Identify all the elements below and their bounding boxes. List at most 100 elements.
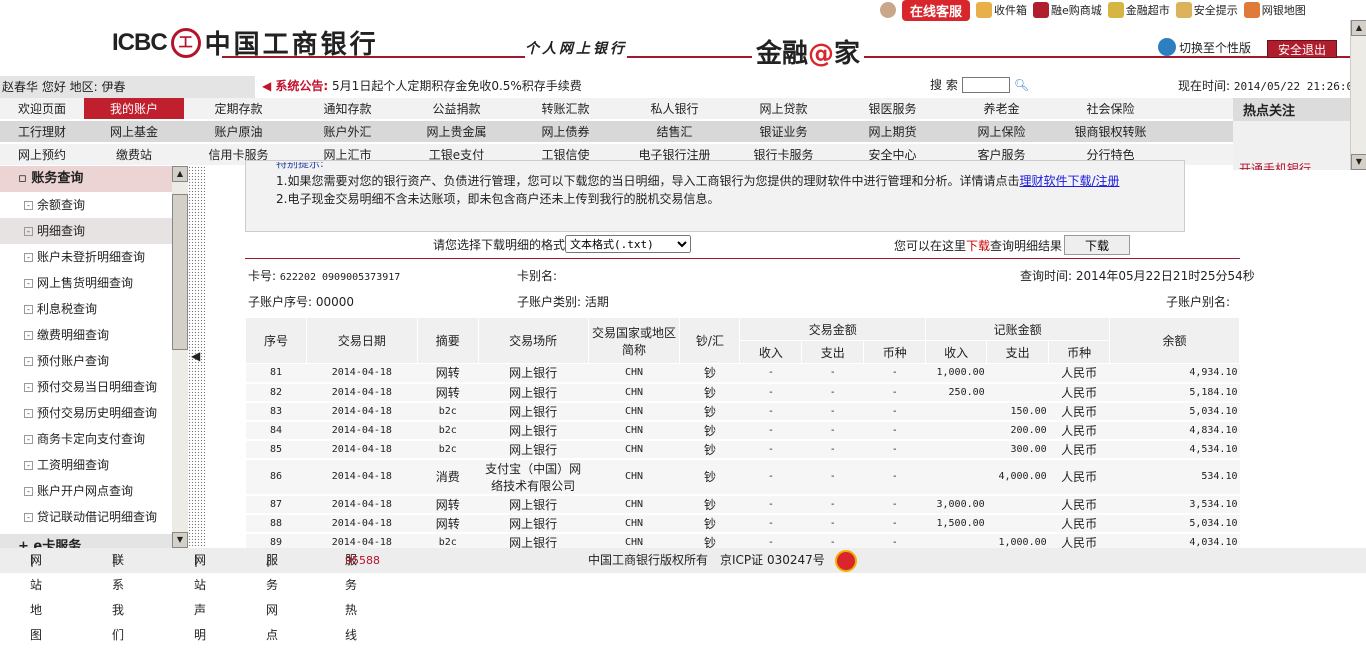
hot-topic-link[interactable]: 开通手机银行	[1239, 160, 1311, 170]
sidebar-item[interactable]: - 预付交易历史明细查询	[0, 400, 172, 426]
scroll-down-icon[interactable]: ▼	[1351, 154, 1366, 170]
nav-item[interactable]: 欢迎页面	[0, 98, 84, 119]
right-scrollbar[interactable]: ▲ ▼	[1350, 20, 1366, 170]
collapse-icon: -	[24, 252, 33, 262]
nav-item[interactable]: 结售汇	[620, 121, 729, 142]
nav-item[interactable]: 养老金	[947, 98, 1056, 119]
security-tips-link[interactable]: 安全提示	[1175, 2, 1238, 18]
logo-text: ICBC	[112, 28, 168, 56]
nav-item[interactable]: 银医服务	[838, 98, 947, 119]
tip-2: 2.电子现金交易明细不含未达账项，即未包含商户还未上传到我行的脱机交易信息。	[276, 192, 720, 206]
online-service-button[interactable]: 在线客服	[902, 0, 971, 21]
software-download-link[interactable]: 理财软件下载/注册	[1019, 174, 1119, 188]
nav-item[interactable]: 工行理财	[0, 121, 84, 142]
sidebar-section-account-query[interactable]: ▫ 账务查询	[0, 166, 172, 192]
nav-item[interactable]: 定期存款	[184, 98, 293, 119]
table-cell: 4,000.00	[986, 458, 1049, 496]
footer-link-contact[interactable]: 联系我们 |	[112, 548, 124, 642]
table-cell: -	[739, 532, 802, 548]
sidebar-item-label: 缴费明细查询	[37, 328, 110, 342]
inbox-link[interactable]: 收件箱	[976, 2, 1027, 18]
download-button[interactable]: 下载	[1064, 235, 1131, 255]
sidebar-scrollbar[interactable]: ▲ ▼	[172, 166, 188, 548]
table-cell: 人民币	[1048, 458, 1110, 496]
nav-item[interactable]: 我的账户	[84, 98, 184, 119]
sidebar-item[interactable]: - 预付交易当日明细查询	[0, 374, 172, 400]
table-cell: 5,034.10	[1109, 513, 1240, 534]
table-cell	[925, 458, 987, 496]
nav-item[interactable]: 转账汇款	[511, 98, 620, 119]
format-select[interactable]: 文本格式(.txt)	[565, 235, 692, 253]
table-cell: 支付宝（中国）网络技术有限公司	[478, 458, 589, 496]
sidebar-section-ecard[interactable]: + e卡服务	[0, 534, 172, 548]
sidebar-item[interactable]: - 商务卡定向支付查询	[0, 426, 172, 452]
nav-item[interactable]: 银商银权转账	[1056, 121, 1165, 142]
nav-item[interactable]: 通知存款	[293, 98, 402, 119]
table-cell: 82	[245, 382, 307, 403]
table-cell: -	[801, 439, 864, 460]
footer: 网站地图 | 联系我们 | 网站声明 | 服务网点 | 服务热线 95588 中…	[0, 548, 1366, 642]
collapse-arrow-icon[interactable]: ◀	[191, 349, 200, 363]
collapse-icon: -	[24, 460, 33, 470]
nav-item[interactable]: 网上保险	[947, 121, 1056, 142]
nav-item[interactable]: 网上债券	[511, 121, 620, 142]
nav-item[interactable]: 网上贷款	[729, 98, 838, 119]
scroll-down-icon[interactable]: ▼	[172, 532, 188, 548]
table-cell: -	[739, 494, 802, 515]
emall-link[interactable]: 融e购商城	[1033, 2, 1102, 18]
scroll-up-icon[interactable]: ▲	[172, 166, 188, 182]
search-icon[interactable]: 🔍︎	[1014, 78, 1029, 92]
search-input[interactable]	[961, 76, 1010, 93]
table-cell: 消费	[417, 458, 479, 496]
switch-personal-version-link[interactable]: 切换至个性版	[1158, 38, 1252, 56]
footer-link-outlets[interactable]: 服务网点 |	[266, 548, 278, 642]
scroll-thumb[interactable]	[172, 194, 188, 350]
sidebar-item[interactable]: - 账户开户网点查询	[0, 478, 172, 504]
police-badge-icon[interactable]	[835, 550, 857, 572]
nav-item[interactable]: 社会保险	[1056, 98, 1165, 119]
sidebar-items: - 余额查询 - 明细查询 - 账户未登折明细查询 - 网上售货明细查询 - 利息税查询 - 缴费明细…	[0, 192, 172, 530]
nav-item[interactable]: 网上期货	[838, 121, 947, 142]
sidebar-item[interactable]: - 利息税查询	[0, 296, 172, 322]
logout-button[interactable]: 安全退出	[1267, 40, 1337, 58]
nav-item[interactable]: 缴费站	[84, 144, 184, 165]
scroll-up-icon[interactable]: ▲	[1351, 20, 1366, 36]
sidebar-item[interactable]: - 余额查询	[0, 192, 172, 218]
link-text: 网站地图	[30, 553, 43, 642]
table-cell: 钞	[679, 513, 740, 534]
nav-item[interactable]: 公益捐款	[402, 98, 511, 119]
table-cell: 网上银行	[478, 382, 589, 403]
table-cell: 网转	[417, 513, 479, 534]
table-cell: 人民币	[1048, 439, 1110, 460]
footer-link-sitemap[interactable]: 网站地图 |	[30, 548, 42, 642]
table-cell: -	[863, 494, 926, 515]
finance-market-link[interactable]: 金融超市	[1107, 2, 1170, 18]
sidebar-item[interactable]: - 贷记联动借记明细查询	[0, 504, 172, 530]
collapse-icon: -	[24, 278, 33, 288]
sidebar-item[interactable]: - 预付账户查询	[0, 348, 172, 374]
sidebar-splitter[interactable]: ◀	[188, 166, 205, 548]
cart-icon	[1033, 2, 1050, 18]
header-acct-in: 收入	[925, 340, 988, 364]
sidebar-item-label: 预付账户查询	[37, 354, 110, 368]
sidebar-item[interactable]: - 工资明细查询	[0, 452, 172, 478]
footer-link-statement[interactable]: 网站声明 |	[194, 548, 206, 642]
site-map-top-link[interactable]: 网银地图	[1243, 2, 1306, 18]
search-area: 搜 索 🔍︎	[930, 76, 1029, 93]
sidebar-item[interactable]: - 明细查询	[0, 218, 172, 244]
nav-item[interactable]: 账户原油	[184, 121, 293, 142]
sidebar-item[interactable]: - 网上售货明细查询	[0, 270, 172, 296]
nav-item[interactable]: 银证业务	[729, 121, 838, 142]
table-cell: CHN	[588, 363, 680, 384]
notice-text[interactable]: 5月1日起个人定期积存金免收0.5%积存手续费	[332, 79, 582, 93]
nav-item[interactable]: 网上基金	[84, 121, 184, 142]
table-cell: -	[739, 363, 802, 384]
nav-item[interactable]: 账户外汇	[293, 121, 402, 142]
sidebar-item[interactable]: - 账户未登折明细查询	[0, 244, 172, 270]
table-cell: 4,534.10	[1109, 439, 1240, 460]
nav-item[interactable]: 私人银行	[620, 98, 729, 119]
nav-item[interactable]: 网上预约	[0, 144, 84, 165]
sidebar-item[interactable]: - 缴费明细查询	[0, 322, 172, 348]
nav-item[interactable]: 网上贵金属	[402, 121, 511, 142]
agent-avatar-icon	[880, 2, 896, 18]
